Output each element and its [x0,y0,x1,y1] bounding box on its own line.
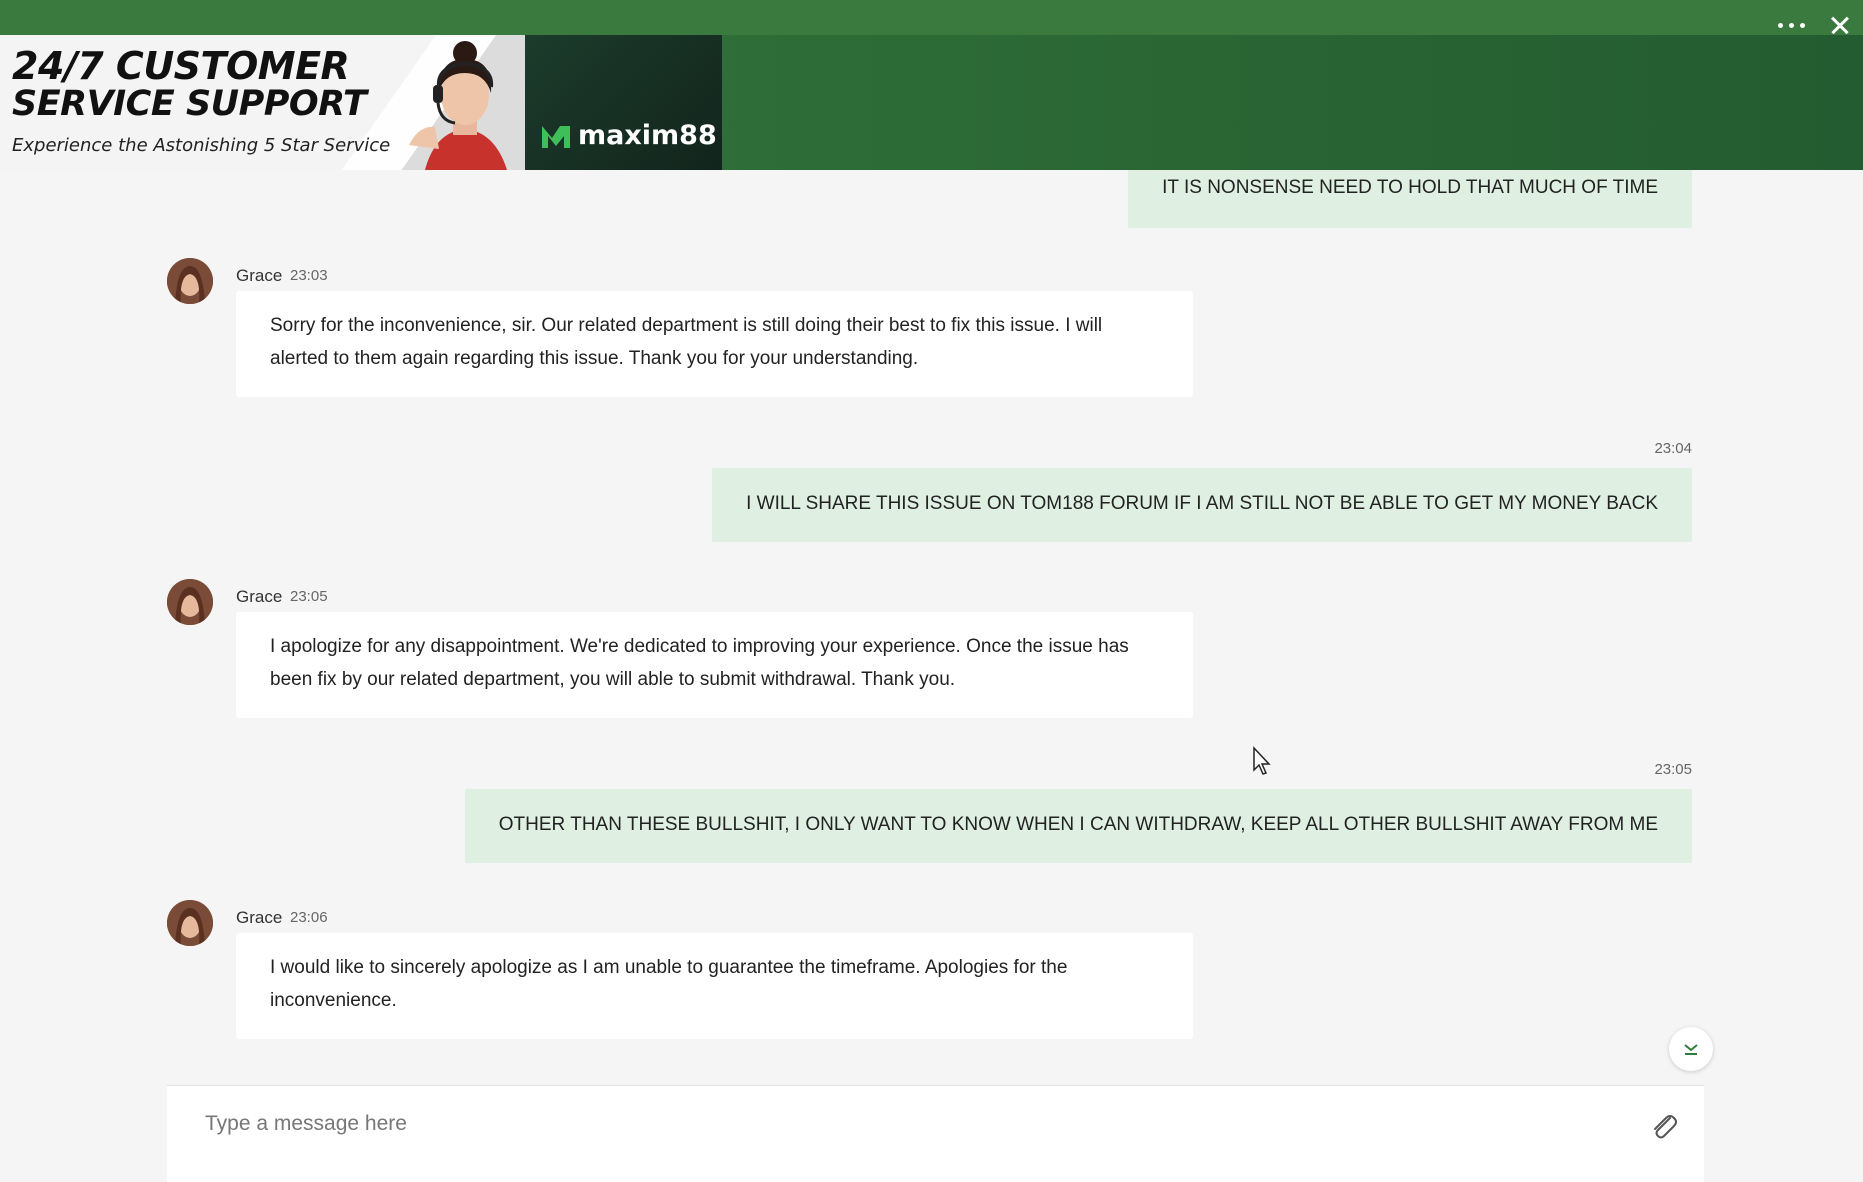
user-message: OTHER THAN THESE BULLSHIT, I ONLY WANT T… [464,789,1692,863]
message-bubble: I apologize for any disappointment. We'r… [236,612,1193,718]
header-strip [0,0,1863,35]
mouse-pointer-icon [1253,746,1271,775]
message-text: Sorry for the inconvenience, sir. Our re… [270,315,1103,369]
message-time: 23:05 [290,588,328,605]
message-time: 23:04 [1654,440,1692,457]
message-time: 23:06 [290,909,328,926]
paperclip-icon[interactable] [1648,1110,1678,1142]
agent-name: Grace [236,266,283,285]
support-agent-image [409,41,507,170]
banner-subtitle: Experience the Astonishing 5 Star Servic… [12,135,391,156]
brand-logo: maxim88 [540,120,717,151]
message-composer [167,1085,1704,1182]
scroll-to-bottom-button[interactable] [1669,1027,1713,1071]
agent-name: Grace [236,908,283,927]
message-text: I WILL SHARE THIS ISSUE ON TOM188 FORUM … [746,493,1658,514]
message-text: I apologize for any disappointment. We'r… [270,636,1129,690]
brand-name: maxim88 [578,120,717,151]
avatar [167,258,213,304]
avatar [167,900,213,946]
message-bubble: Sorry for the inconvenience, sir. Our re… [236,291,1193,397]
user-message: I WILL SHARE THIS ISSUE ON TOM188 FORUM … [712,468,1692,542]
close-icon[interactable] [1819,8,1859,42]
chevron-down-icon [1684,1044,1698,1055]
agent-name: Grace [236,587,283,606]
message-time: 23:03 [290,267,328,284]
banner-title: 24/7 CUSTOMER SERVICE SUPPORT [12,44,367,124]
user-message: IT IS NONSENSE NEED TO HOLD THAT MUCH OF… [1128,170,1692,228]
message-time: 23:05 [1654,761,1692,778]
brand-mark-icon [542,125,570,148]
message-bubble: I would like to sincerely apologize as I… [236,933,1193,1039]
message-input[interactable] [205,1104,1585,1144]
chat-transcript[interactable]: IT IS NONSENSE NEED TO HOLD THAT MUCH OF… [0,170,1863,1085]
message-text: I would like to sincerely apologize as I… [270,957,1068,1011]
support-banner: 24/7 CUSTOMER SERVICE SUPPORT Experience… [0,35,722,170]
avatar [167,579,213,625]
message-text: OTHER THAN THESE BULLSHIT, I ONLY WANT T… [498,814,1658,835]
more-horizontal-icon[interactable] [1767,8,1815,42]
message-text: IT IS NONSENSE NEED TO HOLD THAT MUCH OF… [1162,177,1658,198]
